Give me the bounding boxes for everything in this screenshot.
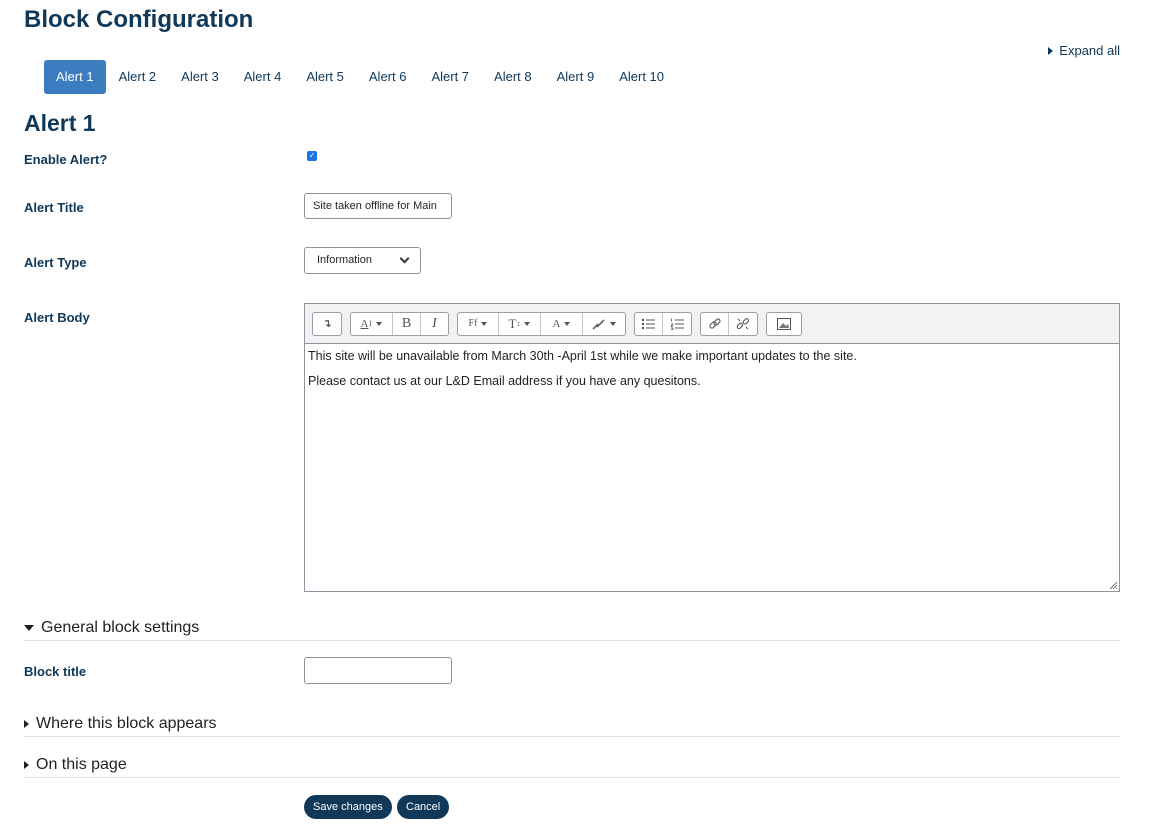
font-family-icon[interactable]: Ff [458, 312, 499, 335]
alert-type-select[interactable]: Information [304, 247, 421, 274]
tab-alert-10[interactable]: Alert 10 [607, 60, 676, 94]
block-title-input[interactable] [304, 657, 452, 684]
save-changes-button[interactable]: Save changes [304, 795, 392, 819]
general-block-settings-toggle[interactable]: General block settings [24, 619, 199, 637]
where-block-appears-toggle[interactable]: Where this block appears [24, 715, 217, 733]
divider [24, 736, 1120, 737]
alert-title-input[interactable]: Site taken offline for Main [304, 193, 452, 219]
bullet-list-icon[interactable] [635, 312, 663, 335]
divider [24, 777, 1120, 778]
general-block-settings-heading: General block settings [41, 619, 200, 636]
italic-icon[interactable]: I [421, 313, 448, 335]
tab-alert-3[interactable]: Alert 3 [169, 60, 231, 94]
alert-type-label: Alert Type [24, 255, 87, 270]
tab-alert-9[interactable]: Alert 9 [545, 60, 607, 94]
enable-alert-checkbox[interactable]: ✓ [307, 151, 317, 161]
caret-right-icon [24, 761, 29, 769]
block-title-label: Block title [24, 664, 87, 679]
caret-right-icon [24, 720, 29, 728]
alert-body-label: Alert Body [24, 310, 90, 325]
toolbar-group-media [766, 311, 802, 336]
bold-icon[interactable]: B [393, 312, 421, 335]
divider [24, 640, 1120, 641]
link-icon[interactable] [701, 312, 729, 335]
caret-right-icon [1048, 46, 1054, 55]
toolbar-group-style: A1 B I [350, 311, 449, 336]
tab-alert-5[interactable]: Alert 5 [294, 60, 356, 94]
tab-alert-2[interactable]: Alert 2 [107, 60, 169, 94]
toolbar-group-links [700, 311, 758, 336]
tab-alert-7[interactable]: Alert 7 [419, 60, 481, 94]
chevron-down-icon [399, 253, 410, 264]
unlink-icon[interactable] [729, 313, 757, 335]
section-title: Alert 1 [24, 110, 96, 136]
rich-text-editor: ↴ A1 B I Ff T ↕ A This site will be unav… [304, 303, 1120, 592]
body-paragraph-1: This site will be unavailable from March… [308, 349, 857, 363]
collapse-toolbar-icon[interactable]: ↴ [313, 313, 341, 335]
toolbar-group-font: Ff T ↕ A [457, 311, 626, 336]
highlight-brush-icon[interactable] [583, 313, 625, 335]
expand-all-label: Expand all [1059, 43, 1120, 58]
cancel-button[interactable]: Cancel [397, 795, 450, 819]
toolbar-group-lists [634, 311, 692, 336]
body-paragraph-2: Please contact us at our L&D Email addre… [308, 374, 701, 388]
tab-alert-8[interactable]: Alert 8 [482, 60, 544, 94]
editor-toolbar: ↴ A1 B I Ff T ↕ A [305, 304, 1119, 344]
paragraph-style-icon[interactable]: A1 [351, 312, 393, 335]
enable-alert-label: Enable Alert? [24, 152, 108, 167]
on-this-page-toggle[interactable]: On this page [24, 756, 127, 774]
toolbar-group-collapse: ↴ [312, 311, 342, 336]
expand-all-link[interactable]: Expand all [1048, 43, 1120, 58]
font-size-icon[interactable]: T ↕ [499, 312, 541, 335]
image-icon[interactable] [767, 313, 801, 335]
alert-type-value: Information [317, 254, 373, 266]
editor-content-area[interactable]: This site will be unavailable from March… [305, 344, 1119, 404]
font-color-icon[interactable]: A [541, 312, 583, 335]
alert-title-label: Alert Title [24, 200, 84, 215]
caret-down-icon [24, 625, 34, 631]
numbered-list-icon[interactable] [663, 313, 691, 335]
on-this-page-heading: On this page [36, 756, 127, 773]
page-title: Block Configuration [24, 6, 254, 33]
tab-alert-6[interactable]: Alert 6 [357, 60, 419, 94]
checkmark-icon: ✓ [308, 151, 316, 160]
resize-handle-icon[interactable] [1108, 580, 1118, 590]
tab-alert-1[interactable]: Alert 1 [44, 60, 106, 94]
alert-tabs: Alert 1 Alert 2 Alert 3 Alert 4 Alert 5 … [44, 60, 677, 94]
where-block-appears-heading: Where this block appears [36, 715, 217, 732]
tab-alert-4[interactable]: Alert 4 [232, 60, 294, 94]
brush-icon [592, 318, 605, 330]
